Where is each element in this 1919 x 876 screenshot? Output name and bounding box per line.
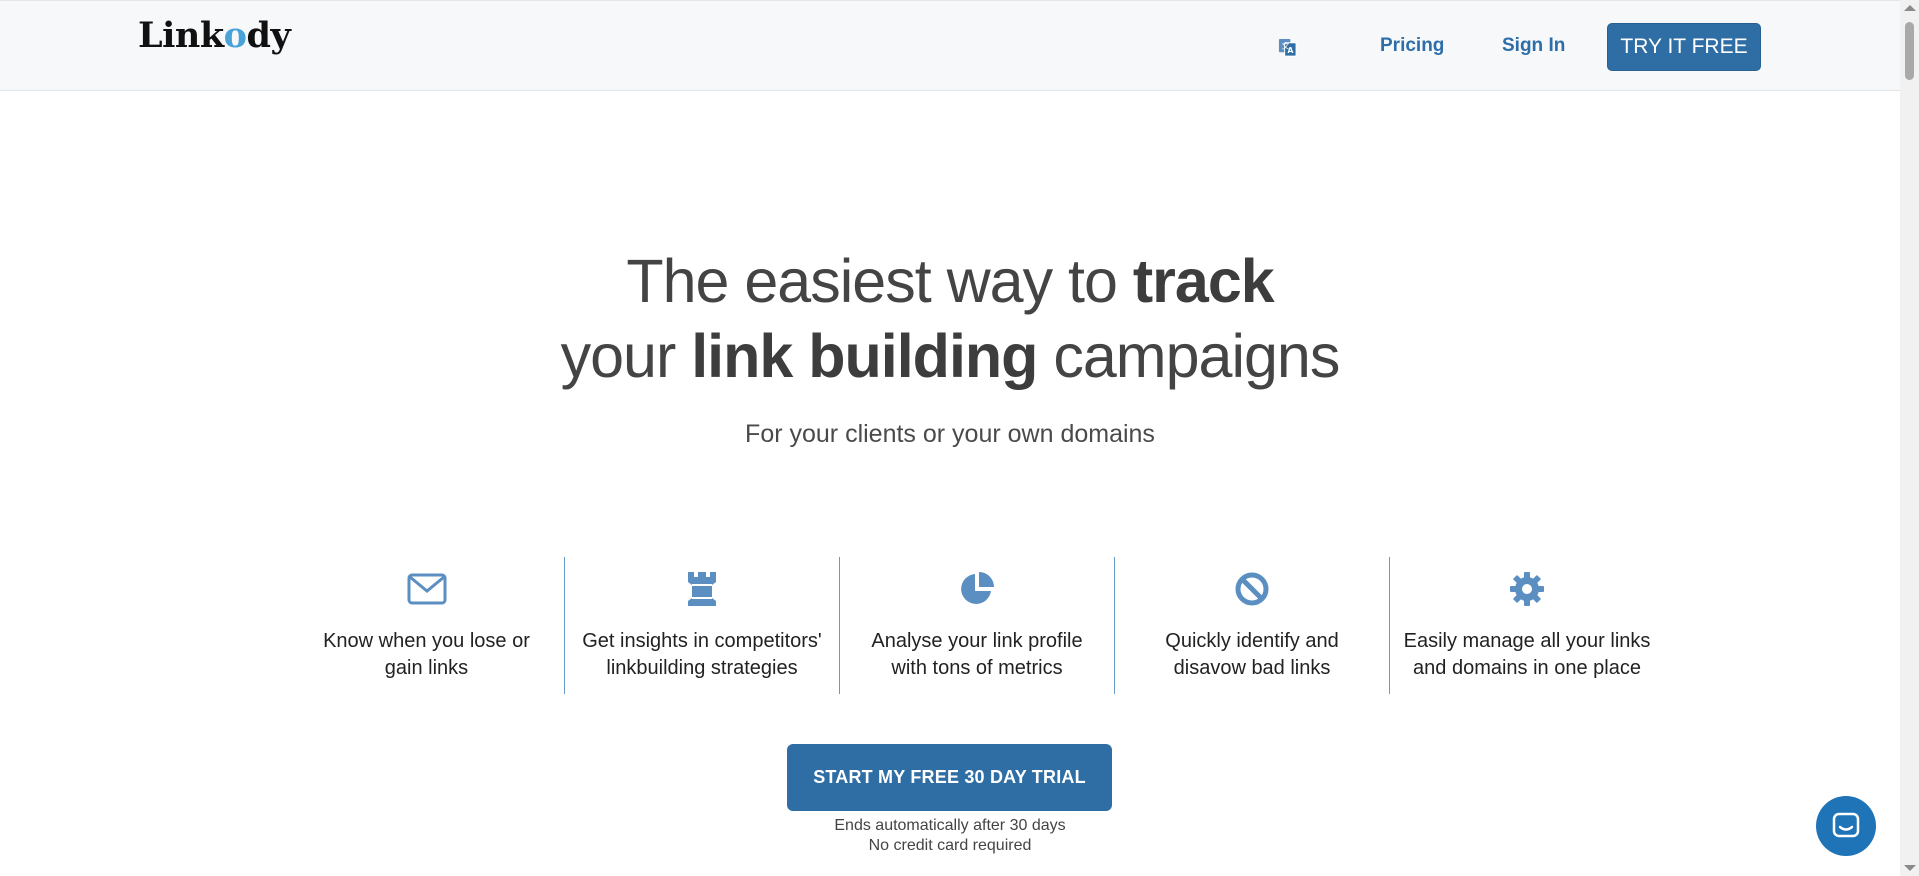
try-it-free-button[interactable]: TRY IT FREE xyxy=(1607,23,1761,71)
logo-text-o: o xyxy=(223,15,247,56)
pie-chart-icon xyxy=(957,569,997,609)
feature-text-line: Know when you lose or xyxy=(323,630,530,652)
svg-text:A: A xyxy=(1288,46,1294,55)
nav-pricing-link[interactable]: Pricing xyxy=(1380,35,1444,57)
feature-text-line: Easily manage all your links xyxy=(1403,630,1651,652)
feature-item: Get insights in competitors' linkbuilding… xyxy=(564,557,839,694)
feature-text: Quickly identify and disavow bad links xyxy=(1125,628,1379,682)
page-scrollbar[interactable] xyxy=(1900,0,1919,876)
linkody-logo[interactable]: Linkody xyxy=(138,15,291,56)
scroll-up-arrow-icon[interactable] xyxy=(1904,5,1916,11)
logo-text-end: dy xyxy=(246,15,291,56)
scroll-down-arrow-icon[interactable] xyxy=(1904,865,1916,871)
feature-text: Know when you lose or gain links xyxy=(299,628,554,682)
envelope-icon xyxy=(407,569,447,609)
feature-text: Easily manage all your links and domains … xyxy=(1400,628,1654,682)
hero-title-emphasis: track xyxy=(1132,247,1275,315)
feature-item: Easily manage all your links and domains … xyxy=(1389,557,1664,694)
hero-title-text: The easiest way to xyxy=(626,247,1133,315)
translate-icon[interactable]: 文 A xyxy=(1278,38,1297,57)
feature-text: Analyse your link profile with tons of me… xyxy=(850,628,1104,682)
feature-text-line: disavow bad links xyxy=(1173,657,1331,679)
feature-item: Quickly identify and disavow bad links xyxy=(1114,557,1389,694)
start-trial-button[interactable]: START MY FREE 30 DAY TRIAL xyxy=(787,744,1112,811)
site-header: Linkody 文 A Pricing Sign In TRY IT FREE xyxy=(0,0,1900,91)
trial-note-no-card: No credit card required xyxy=(868,837,1032,854)
ban-icon xyxy=(1232,569,1272,609)
rook-icon xyxy=(682,569,722,609)
hero-title-text: campaigns xyxy=(1037,322,1340,390)
hero-title-text: your xyxy=(560,322,692,390)
hero-subtitle: For your clients or your own domains xyxy=(745,420,1155,448)
feature-text-line: linkbuilding strategies xyxy=(606,657,798,679)
chat-widget-button[interactable] xyxy=(1816,796,1876,856)
hero-title: The easiest way to track your link build… xyxy=(0,244,1900,394)
feature-text-line: with tons of metrics xyxy=(891,657,1063,679)
feature-text: Get insights in competitors' linkbuilding… xyxy=(575,628,829,682)
feature-text-line: Quickly identify and xyxy=(1165,630,1339,652)
hero-title-line-1: The easiest way to track xyxy=(0,244,1900,319)
hero-title-emphasis: link building xyxy=(691,322,1038,390)
scroll-thumb[interactable] xyxy=(1905,22,1914,80)
feature-item: Analyse your link profile with tons of me… xyxy=(839,557,1114,694)
features-row: Know when you lose or gain links Get insi… xyxy=(289,557,1664,694)
landing-page: Linkody 文 A Pricing Sign In TRY IT FREE … xyxy=(0,0,1900,876)
logo-text: Link xyxy=(138,15,224,56)
hero-title-line-2: your link building campaigns xyxy=(0,319,1900,394)
gear-icon xyxy=(1507,569,1547,609)
feature-text-line: and domains in one place xyxy=(1413,657,1641,679)
feature-text-line: gain links xyxy=(384,657,469,679)
nav-sign-in-link[interactable]: Sign In xyxy=(1502,35,1565,57)
feature-text-line: Analyse your link profile xyxy=(871,630,1083,652)
feature-text-line: Get insights in competitors' xyxy=(582,630,822,652)
trial-note-ends: Ends automatically after 30 days xyxy=(834,817,1066,834)
feature-item: Know when you lose or gain links xyxy=(289,557,564,694)
chat-icon xyxy=(1832,812,1860,838)
